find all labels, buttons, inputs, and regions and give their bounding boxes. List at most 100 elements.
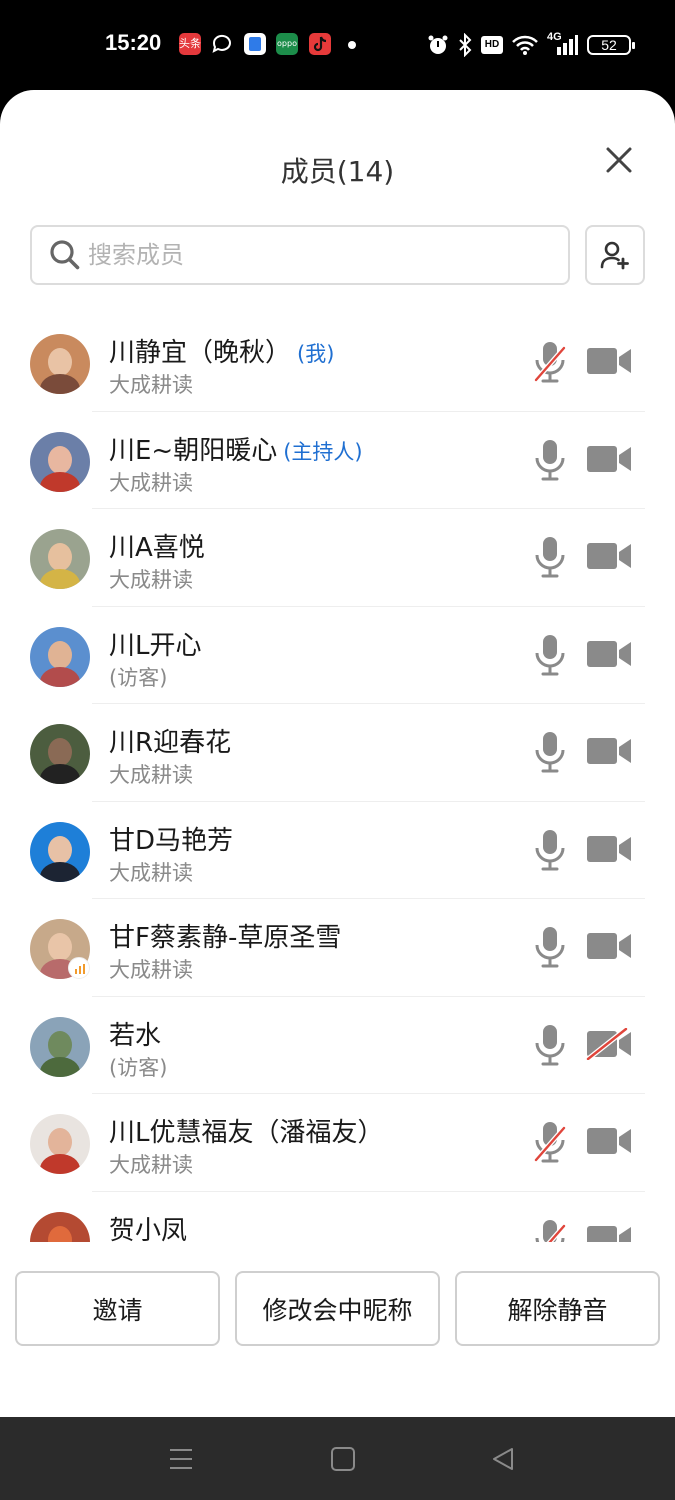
member-role-tag: (我) xyxy=(297,342,335,366)
status-bar: 15:20 头条 oppo HD 4G 52 xyxy=(0,0,675,90)
member-name: 川L开心 xyxy=(109,630,202,661)
member-name: 川静宜（晚秋） xyxy=(109,338,292,368)
invite-button[interactable]: 邀请 xyxy=(15,1271,220,1346)
bluetooth-icon xyxy=(459,33,472,57)
member-name-line: 甘F蔡素静-草原圣雪 xyxy=(109,917,347,954)
mic-muted-icon[interactable] xyxy=(532,340,568,384)
member-row[interactable]: 川R迎春花 大成耕读 xyxy=(0,704,675,802)
member-name: 甘F蔡素静-草原圣雪 xyxy=(109,923,342,953)
notification-dot-icon xyxy=(348,41,356,49)
camera-icon[interactable] xyxy=(586,540,632,572)
toutiao-icon: 头条 xyxy=(179,33,201,55)
member-name: 若水 xyxy=(109,1020,162,1051)
camera-icon[interactable] xyxy=(586,1125,632,1157)
member-row[interactable]: 川静宜（晚秋） (我) 大成耕读 xyxy=(0,314,675,412)
member-name: 川L优慧福友（潘福友） xyxy=(109,1118,384,1148)
member-name-line: 川L优慧福友（潘福友） xyxy=(109,1112,390,1149)
unmute-all-button[interactable]: 解除静音 xyxy=(455,1271,660,1346)
action-bar: 邀请 修改会中昵称 解除静音 xyxy=(0,1271,675,1347)
4g-signal-icon: 4G xyxy=(547,31,579,57)
add-member-button[interactable] xyxy=(585,225,645,285)
speaking-indicator-icon xyxy=(68,957,90,979)
mic-icon[interactable] xyxy=(532,535,568,579)
mic-icon[interactable] xyxy=(532,438,568,482)
tiktok-icon xyxy=(309,33,331,55)
avatar xyxy=(30,529,90,589)
back-nav-icon[interactable] xyxy=(490,1446,516,1472)
member-row[interactable]: 若水 (访客) xyxy=(0,997,675,1095)
member-name: 川E~朝阳暖心 xyxy=(109,435,278,466)
notes-icon xyxy=(244,33,266,55)
member-subtitle: 大成耕读 xyxy=(109,763,193,787)
avatar xyxy=(30,334,90,394)
avatar xyxy=(30,724,90,784)
mic-icon[interactable] xyxy=(532,730,568,774)
search-input[interactable] xyxy=(88,241,528,269)
camera-icon[interactable] xyxy=(586,443,632,475)
mic-muted-icon[interactable] xyxy=(532,1120,568,1164)
camera-icon[interactable] xyxy=(586,638,632,670)
mic-icon[interactable] xyxy=(532,633,568,677)
member-name: 川R迎春花 xyxy=(109,728,232,758)
camera-off-icon[interactable] xyxy=(586,1026,632,1061)
menu-nav-icon[interactable] xyxy=(168,1446,194,1472)
member-row[interactable]: 贺小凤 xyxy=(0,1192,675,1243)
status-icons: HD 4G 52 xyxy=(427,30,635,60)
mic-muted-icon[interactable] xyxy=(532,1218,568,1242)
member-name-line: 川E~朝阳暖心 (主持人) xyxy=(109,430,363,467)
avatar xyxy=(30,1211,90,1242)
mic-icon[interactable] xyxy=(532,925,568,969)
member-name-line: 甘D马艳芳 xyxy=(109,820,239,857)
search-icon xyxy=(50,240,80,270)
members-sheet: 成员(14) 川静宜（晚秋）(我) 大成耕读 川E~朝阳暖心 xyxy=(0,90,675,1417)
member-row[interactable]: 川L优慧福友（潘福友） 大成耕读 xyxy=(0,1094,675,1192)
close-button[interactable] xyxy=(601,142,637,178)
member-name-line: 若水 xyxy=(109,1015,167,1052)
avatar xyxy=(30,1114,90,1174)
members-title: 成员(14) xyxy=(280,155,395,188)
avatar xyxy=(30,431,90,492)
camera-icon[interactable] xyxy=(586,833,632,865)
rename-button[interactable]: 修改会中昵称 xyxy=(235,1271,440,1346)
member-row[interactable]: 川L开心 (访客) xyxy=(0,607,675,705)
hd-icon: HD xyxy=(481,36,503,54)
member-row[interactable]: 川A喜悦 大成耕读 xyxy=(0,509,675,607)
oppo-icon: oppo xyxy=(276,33,298,55)
member-name-line: 川L开心 xyxy=(109,625,208,662)
member-subtitle: 大成耕读 xyxy=(109,1153,193,1177)
close-icon[interactable] xyxy=(601,142,637,178)
search-box[interactable] xyxy=(30,225,570,285)
member-subtitle: 大成耕读 xyxy=(109,373,193,397)
alarm-icon xyxy=(428,35,448,54)
chat-bubble-icon xyxy=(211,33,233,55)
home-nav-icon[interactable] xyxy=(330,1446,356,1472)
member-subtitle: 大成耕读 xyxy=(109,470,193,495)
member-subtitle: (访客) xyxy=(109,1055,168,1080)
member-subtitle: (访客) xyxy=(109,665,168,690)
member-name-line: 川R迎春花 xyxy=(109,722,237,759)
avatar xyxy=(30,821,90,882)
camera-icon[interactable] xyxy=(586,930,632,962)
camera-icon[interactable] xyxy=(586,345,632,377)
member-role-tag: (主持人) xyxy=(283,439,363,464)
member-row[interactable]: 川E~朝阳暖心 (主持人) 大成耕读 xyxy=(0,412,675,510)
member-name-line: 川A喜悦 xyxy=(109,527,211,564)
member-row[interactable]: 甘F蔡素静-草原圣雪 大成耕读 xyxy=(0,899,675,997)
avatar xyxy=(30,626,90,687)
member-list: 川静宜（晚秋） (我) 大成耕读 川E~朝阳暖心 (主持人) 大成耕读 川A喜悦… xyxy=(0,314,675,1242)
member-subtitle: 大成耕读 xyxy=(109,860,193,885)
navigation-bar xyxy=(0,1417,675,1500)
camera-icon[interactable] xyxy=(586,1223,632,1242)
member-name-line: 贺小凤 xyxy=(109,1210,193,1243)
member-row[interactable]: 甘D马艳芳 大成耕读 xyxy=(0,802,675,900)
add-person-icon xyxy=(600,241,629,270)
member-subtitle: 大成耕读 xyxy=(109,958,193,982)
avatar xyxy=(30,1016,90,1077)
member-name: 川A喜悦 xyxy=(109,533,205,563)
member-subtitle: 大成耕读 xyxy=(109,568,193,592)
camera-icon[interactable] xyxy=(586,735,632,767)
mic-icon[interactable] xyxy=(532,1023,568,1067)
member-name: 甘D马艳芳 xyxy=(109,825,234,856)
member-name: 贺小凤 xyxy=(109,1215,188,1243)
mic-icon[interactable] xyxy=(532,828,568,872)
